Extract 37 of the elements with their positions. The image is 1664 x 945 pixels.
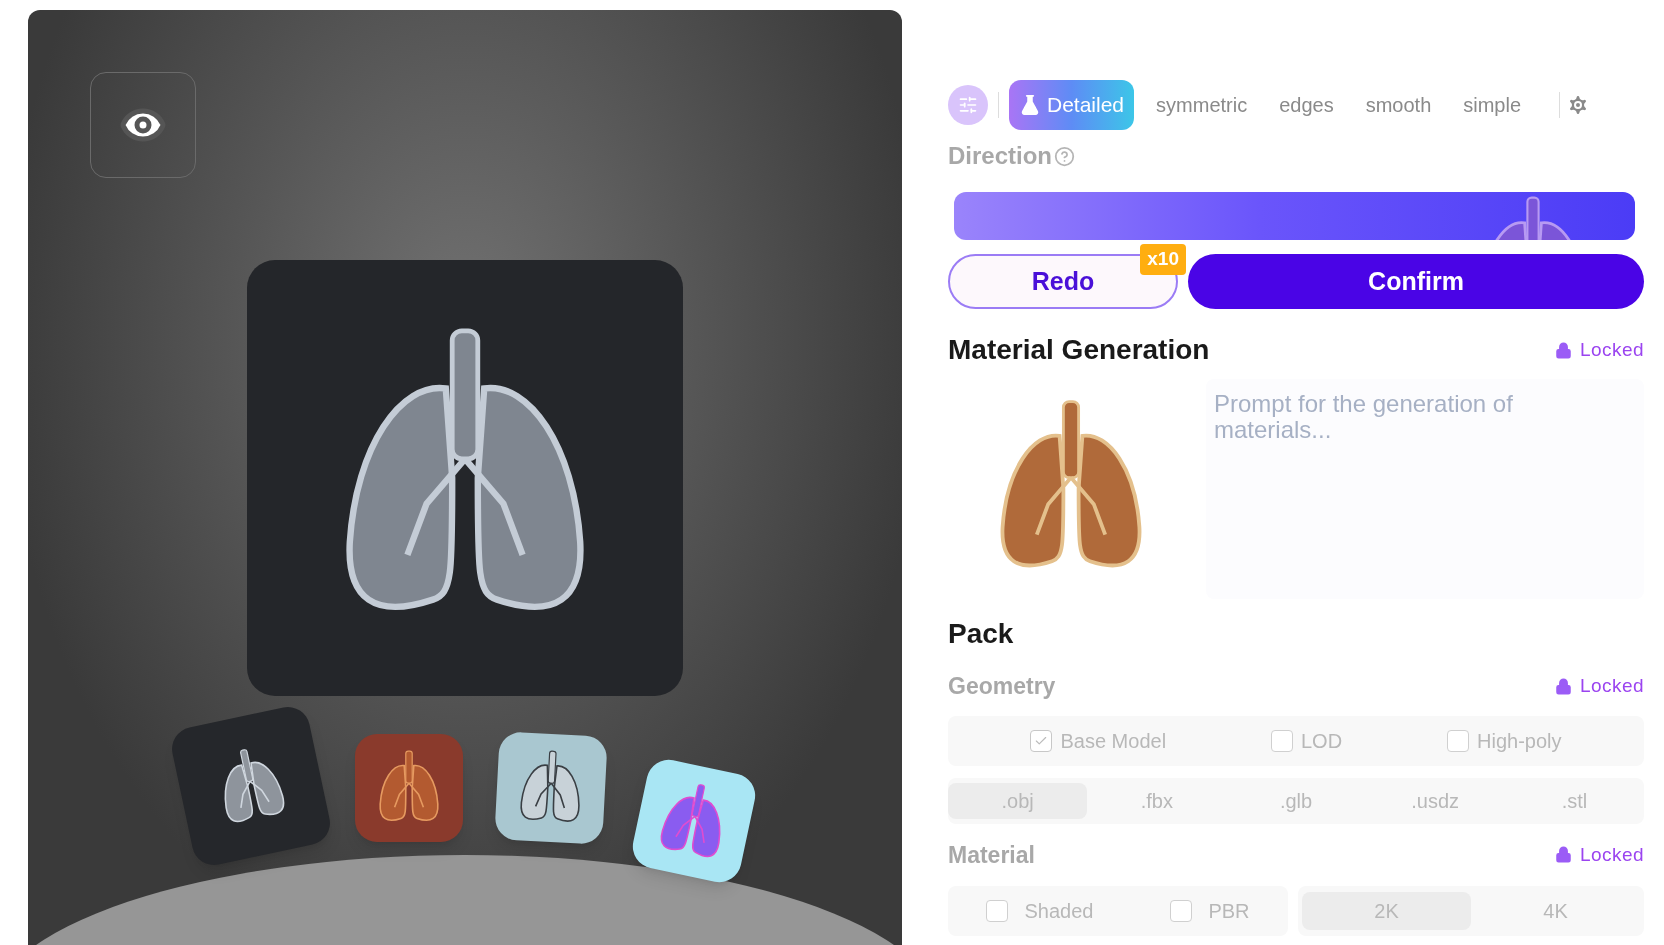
direction-label: Direction xyxy=(948,141,1052,171)
resolution-option[interactable]: 4K xyxy=(1471,892,1640,930)
checkbox[interactable] xyxy=(986,900,1009,922)
option-label: LOD xyxy=(1301,728,1343,754)
section-title: Pack xyxy=(948,617,1015,651)
geometry-label: Geometry xyxy=(948,672,1056,701)
format-option[interactable]: .usdz xyxy=(1365,782,1505,819)
locked-status: Locked xyxy=(1579,337,1644,362)
style-tab[interactable]: Detailed xyxy=(1009,80,1135,130)
style-tab[interactable]: simple xyxy=(1455,80,1530,130)
credit-badge: x10 xyxy=(1140,244,1186,275)
checkbox[interactable] xyxy=(1271,729,1293,752)
section-title: Material Generation xyxy=(948,333,1210,367)
format-option[interactable]: .glb xyxy=(1226,782,1366,819)
checkbox[interactable] xyxy=(1170,900,1193,922)
option-label: PBR xyxy=(1208,899,1250,924)
preview-toggle-button[interactable] xyxy=(90,72,196,178)
option-label: Shaded xyxy=(1024,899,1094,924)
flask-icon xyxy=(1019,94,1041,116)
material-thumbnail[interactable] xyxy=(494,731,608,845)
confirm-button[interactable]: Confirm xyxy=(1188,254,1644,309)
option-label: High-poly xyxy=(1477,728,1562,754)
filter-button[interactable] xyxy=(948,85,988,125)
option-label: Base Model xyxy=(1060,728,1167,754)
checkbox[interactable] xyxy=(1030,729,1053,752)
style-tab[interactable]: symmetric xyxy=(1148,80,1256,130)
help-icon[interactable] xyxy=(1054,145,1075,167)
locked-status: Locked xyxy=(1579,842,1644,867)
material-label: Material xyxy=(948,840,1035,870)
format-option[interactable]: .fbx xyxy=(1087,782,1227,819)
sliders-icon xyxy=(958,95,978,115)
style-tab[interactable]: smooth xyxy=(1357,80,1440,130)
material-thumbnail[interactable] xyxy=(355,734,463,842)
style-tab[interactable]: edges xyxy=(1271,80,1342,130)
locked-status: Locked xyxy=(1579,674,1644,698)
checkbox[interactable] xyxy=(1447,729,1470,752)
format-option[interactable]: .stl xyxy=(1504,782,1644,819)
